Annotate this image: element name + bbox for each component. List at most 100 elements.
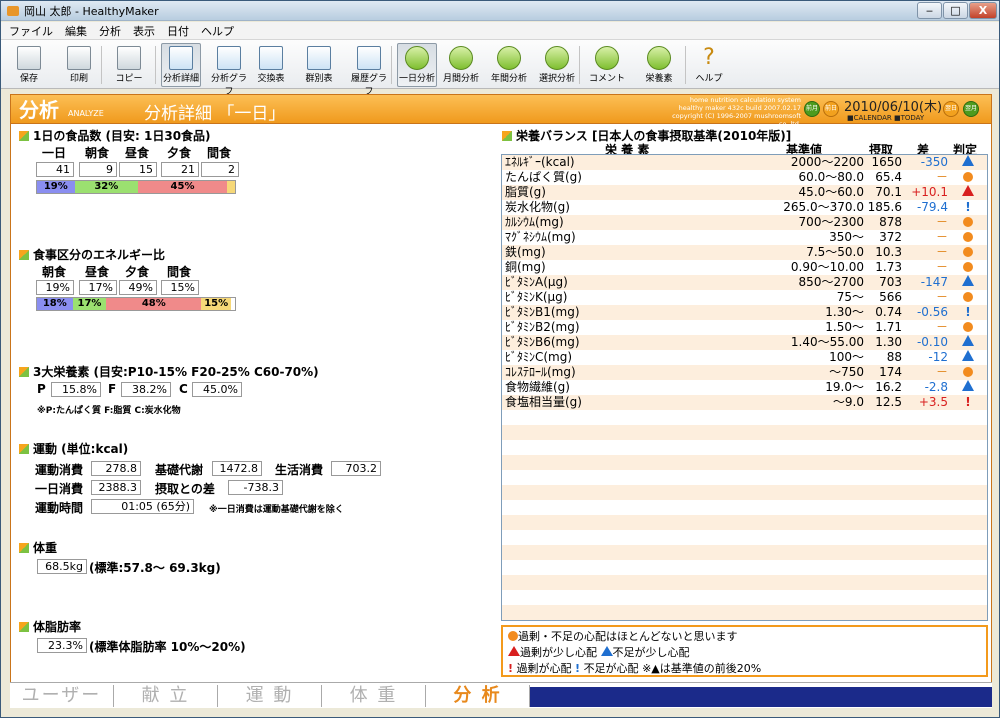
toolbar-button[interactable]: 履歴グラフ bbox=[349, 43, 389, 97]
food-count-label: 朝食 bbox=[85, 146, 110, 160]
table-row[interactable] bbox=[502, 455, 987, 470]
toolbar-button[interactable]: 印刷 bbox=[59, 43, 99, 87]
table-row[interactable] bbox=[502, 560, 987, 575]
legend-note: ※▲は基準値の前後20% bbox=[642, 662, 762, 675]
prev-month-button[interactable]: 前月 bbox=[804, 101, 820, 117]
protein-value: 15.8% bbox=[51, 382, 101, 397]
toolbar-button-label: 一日分析 bbox=[398, 74, 435, 84]
table-row[interactable]: ｶﾙｼｳﾑ(mg) 700～2300 878 － bbox=[502, 215, 987, 230]
toolbar-button[interactable]: 栄養素 bbox=[639, 43, 679, 87]
toolbar-button[interactable]: コメント bbox=[587, 43, 627, 87]
table-row[interactable] bbox=[502, 530, 987, 545]
month-icon bbox=[449, 46, 473, 70]
table-row[interactable]: ﾋﾞﾀﾐﾝK(μg) 75～ 566 － bbox=[502, 290, 987, 305]
menu-item[interactable]: 編集 bbox=[65, 23, 87, 39]
toolbar-button[interactable]: 一日分析 bbox=[397, 43, 437, 87]
menu-item[interactable]: ヘルプ bbox=[201, 23, 234, 39]
table-row[interactable] bbox=[502, 485, 987, 500]
toolbar-button[interactable]: 分析詳細 bbox=[161, 43, 201, 87]
diff-value: -2.8 bbox=[924, 380, 948, 394]
diff-value: － bbox=[935, 245, 948, 259]
calendar-link[interactable]: ■CALENDAR ■TODAY bbox=[847, 114, 924, 122]
window-title: 岡山 太郎 - HealthyMaker bbox=[24, 4, 159, 18]
table-row[interactable] bbox=[502, 575, 987, 590]
menu-item[interactable]: ファイル bbox=[9, 23, 53, 39]
maximize-button[interactable]: □ bbox=[943, 2, 968, 19]
diff-value: -12 bbox=[928, 350, 948, 364]
table-row[interactable]: ﾋﾞﾀﾐﾝB1(mg) 1.30～ 0.74 -0.56! bbox=[502, 305, 987, 320]
prev-day-button[interactable]: 前日 bbox=[823, 101, 839, 117]
protein-label: P bbox=[37, 382, 46, 396]
table-row[interactable]: 食塩相当量(g) ～9.0 12.5 +3.5! bbox=[502, 395, 987, 410]
life-consumption-label: 生活消費 bbox=[275, 463, 324, 477]
toolbar-button[interactable]: 群別表 bbox=[299, 43, 339, 87]
toolbar-button[interactable]: 交換表 bbox=[251, 43, 291, 87]
standard-value: 60.0～80.0 bbox=[798, 170, 864, 184]
energy-ratio-bar: 18% 17% 48% 15% bbox=[36, 297, 236, 311]
table-row[interactable] bbox=[502, 545, 987, 560]
main-tabs: ユーザー献 立運 動体 重分 析 bbox=[10, 682, 992, 708]
table-row[interactable] bbox=[502, 470, 987, 485]
standard-value: 75～ bbox=[836, 290, 864, 304]
food-count-label: 間食 bbox=[207, 146, 232, 160]
table-row[interactable] bbox=[502, 500, 987, 515]
tab-1[interactable]: 献 立 bbox=[114, 685, 218, 707]
diff-value: -350 bbox=[920, 155, 948, 169]
minimize-button[interactable]: ‒ bbox=[917, 2, 942, 19]
table-row[interactable]: 銅(mg) 0.90～10.00 1.73 － bbox=[502, 260, 987, 275]
table-row[interactable]: 鉄(mg) 7.5～50.0 10.3 － bbox=[502, 245, 987, 260]
table-row[interactable]: ｴﾈﾙｷﾞｰ(kcal) 2000～2200 1650 -350 bbox=[502, 155, 987, 170]
tab-0[interactable]: ユーザー bbox=[10, 685, 114, 707]
toolbar-button[interactable]: 選択分析 bbox=[537, 43, 577, 87]
table-row[interactable]: ﾋﾞﾀﾐﾝA(μg) 850～2700 703 -147 bbox=[502, 275, 987, 290]
toolbar-button-label: 保存 bbox=[19, 74, 38, 84]
toolbar-button[interactable]: 分析グラフ bbox=[209, 43, 249, 97]
app-icon bbox=[7, 5, 19, 16]
energy-ratio-value: 17% bbox=[79, 280, 117, 295]
toolbar-button[interactable]: 保存 bbox=[9, 43, 49, 87]
tab-2[interactable]: 運 動 bbox=[218, 685, 322, 707]
table-row[interactable]: ﾏｸﾞﾈｼｳﾑ(mg) 350～ 372 － bbox=[502, 230, 987, 245]
close-button[interactable]: X bbox=[969, 2, 997, 19]
table-row[interactable] bbox=[502, 425, 987, 440]
table-row[interactable] bbox=[502, 440, 987, 455]
menu-item[interactable]: 分析 bbox=[99, 23, 121, 39]
toolbar-button[interactable]: コピー bbox=[109, 43, 149, 87]
next-day-button[interactable]: 翌日 bbox=[943, 101, 959, 117]
table-row[interactable] bbox=[502, 410, 987, 425]
toolbar-button-label: 印刷 bbox=[69, 74, 88, 84]
toolbar-button[interactable]: 月間分析 bbox=[441, 43, 481, 87]
tab-4[interactable]: 分 析 bbox=[426, 685, 530, 707]
title-bar: 岡山 太郎 - HealthyMaker ‒ □ X bbox=[1, 1, 999, 21]
tab-3[interactable]: 体 重 bbox=[322, 685, 426, 707]
build-info-line: home nutrition calculation system bbox=[689, 96, 801, 104]
bar-segment: 32% bbox=[74, 181, 138, 193]
intake-diff-value: -738.3 bbox=[228, 480, 283, 495]
table-row[interactable]: 脂質(g) 45.0～60.0 70.1 +10.1 bbox=[502, 185, 987, 200]
table-row[interactable]: 炭水化物(g) 265.0～370.0 185.6 -79.4! bbox=[502, 200, 987, 215]
menu-bar: ファイル 編集 分析 表示 日付 ヘルプ bbox=[1, 22, 999, 40]
toolbar-button[interactable]: ? ヘルプ bbox=[689, 43, 729, 87]
standard-value: 350～ bbox=[829, 230, 864, 244]
table-row[interactable] bbox=[502, 515, 987, 530]
legend-ok-text: 過剰・不足の心配はほとんどないと思います bbox=[518, 630, 738, 643]
next-month-button[interactable]: 翌月 bbox=[963, 101, 979, 117]
table-row[interactable]: 食物繊維(g) 19.0～ 16.2 -2.8 bbox=[502, 380, 987, 395]
table-row[interactable] bbox=[502, 590, 987, 605]
table-row[interactable]: ﾋﾞﾀﾐﾝB2(mg) 1.50～ 1.71 － bbox=[502, 320, 987, 335]
toolbar-button[interactable]: 年間分析 bbox=[489, 43, 529, 87]
toolbar-button-label: 群別表 bbox=[305, 74, 333, 84]
menu-item[interactable]: 表示 bbox=[133, 23, 155, 39]
table-row[interactable]: ﾋﾞﾀﾐﾝB6(mg) 1.40～55.00 1.30 -0.10 bbox=[502, 335, 987, 350]
nutrient-table[interactable]: ｴﾈﾙｷﾞｰ(kcal) 2000～2200 1650 -350 たんぱく質(g) 60.… bbox=[501, 154, 988, 621]
table-row[interactable] bbox=[502, 605, 987, 620]
intake-value: 1.30 bbox=[875, 335, 902, 349]
toolbar-button-label: 交換表 bbox=[257, 74, 285, 84]
table-row[interactable]: ｺﾚｽﾃﾛｰﾙ(mg) ～750 174 － bbox=[502, 365, 987, 380]
group-icon bbox=[307, 46, 331, 70]
menu-item[interactable]: 日付 bbox=[167, 23, 189, 39]
table-row[interactable]: たんぱく質(g) 60.0～80.0 65.4 － bbox=[502, 170, 987, 185]
toolbar-separator bbox=[391, 46, 392, 84]
date-display[interactable]: 2010/06/10(木) bbox=[844, 96, 942, 115]
table-row[interactable]: ﾋﾞﾀﾐﾝC(mg) 100～ 88 -12 bbox=[502, 350, 987, 365]
